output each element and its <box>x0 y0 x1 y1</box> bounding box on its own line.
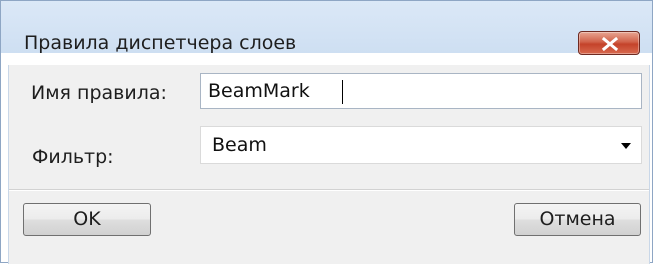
chevron-down-icon[interactable] <box>621 143 631 149</box>
title-bar[interactable]: Правила диспетчера слоев <box>1 1 652 55</box>
layer-manager-rules-dialog: Правила диспетчера слоев Имя правила: Фи… <box>0 0 653 264</box>
filter-label: Фильтр: <box>32 146 114 168</box>
text-caret <box>342 80 343 104</box>
cancel-button[interactable]: Отмена <box>514 203 641 236</box>
filter-dropdown[interactable]: Beam <box>200 126 642 164</box>
rule-name-label: Имя правила: <box>31 82 167 104</box>
window-title: Правила диспетчера слоев <box>24 32 297 54</box>
close-icon <box>601 37 619 51</box>
close-button[interactable] <box>578 31 640 55</box>
separator <box>9 189 649 191</box>
ok-button[interactable]: OK <box>23 203 151 236</box>
dialog-body: Имя правила: Фильтр: Beam OK Отмена <box>8 65 650 264</box>
rule-name-input[interactable] <box>200 73 642 109</box>
filter-selected-value: Beam <box>212 134 267 156</box>
